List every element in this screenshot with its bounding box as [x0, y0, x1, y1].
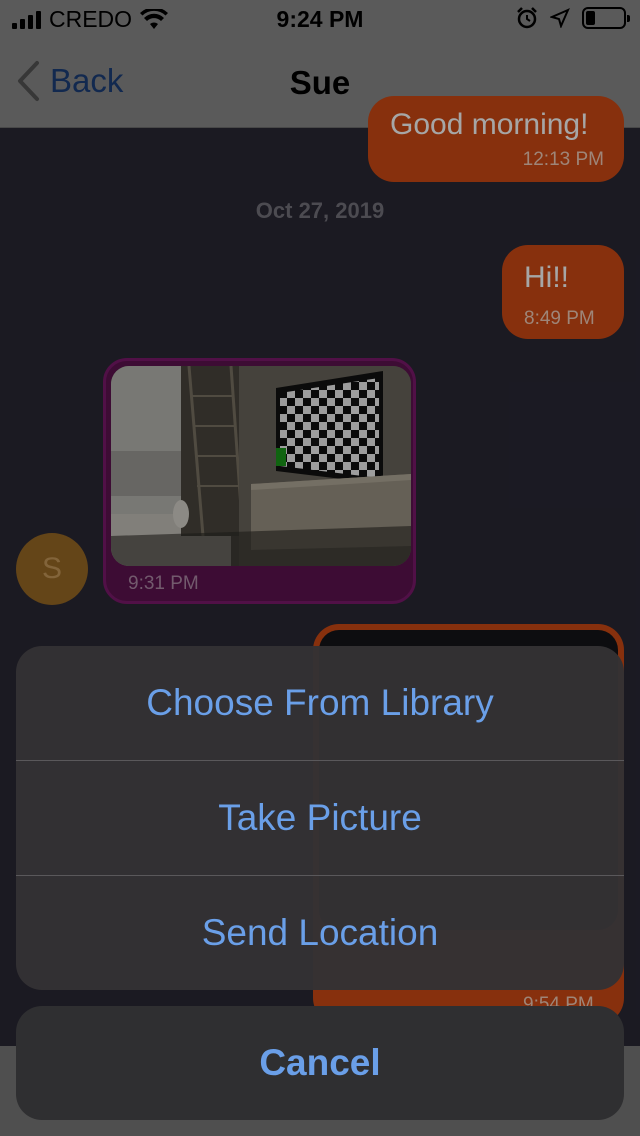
take-picture-button[interactable]: Take Picture — [16, 761, 624, 876]
chat-screen: CREDO 9:24 PM Back Sue Good morning! 12:… — [0, 0, 640, 1136]
action-sheet: Choose From Library Take Picture Send Lo… — [16, 646, 624, 990]
send-location-button[interactable]: Send Location — [16, 876, 624, 990]
cancel-button[interactable]: Cancel — [16, 1006, 624, 1120]
choose-from-library-button[interactable]: Choose From Library — [16, 646, 624, 761]
